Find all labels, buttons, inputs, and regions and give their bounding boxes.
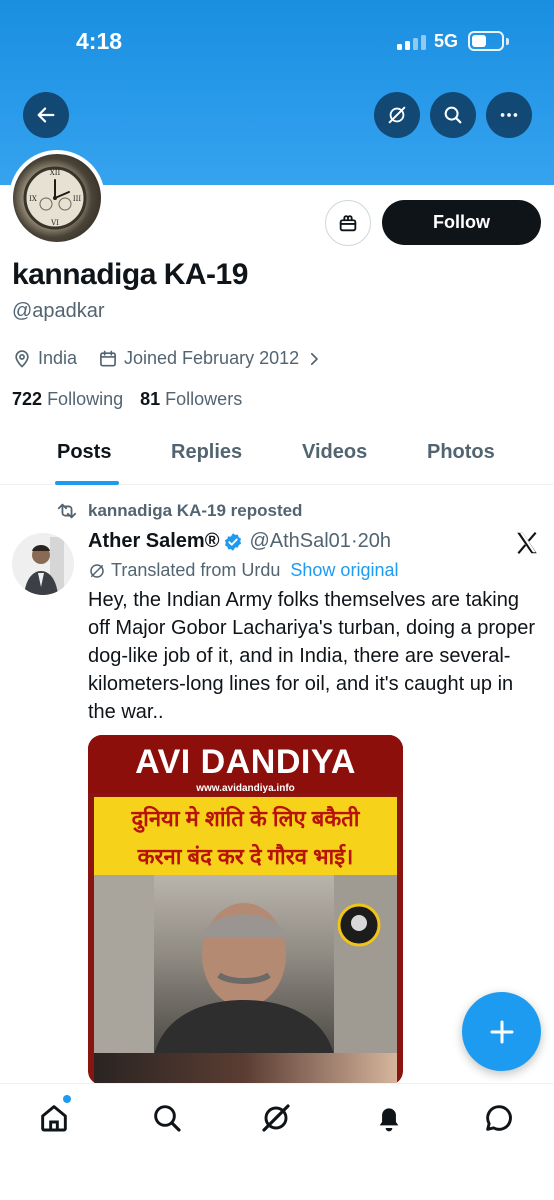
follow-button[interactable]: Follow xyxy=(382,200,541,245)
media-caption-line1: दुनिया मे शांति के लिए बकैती xyxy=(131,806,360,831)
translate-icon xyxy=(90,563,104,578)
chevron-right-icon xyxy=(311,352,318,365)
post-author: Ather Salem® @AthSal01 ·20h xyxy=(88,530,391,553)
signal-icon xyxy=(397,34,427,50)
post-media[interactable]: AVI DANDIYA www.avidandiya.info दुनिया म… xyxy=(88,735,403,1085)
compose-button[interactable] xyxy=(462,992,541,1071)
grok-icon xyxy=(388,106,406,124)
home-icon[interactable] xyxy=(38,1102,70,1134)
video-still xyxy=(94,875,397,1055)
watch-image: XII III VI IX xyxy=(23,166,87,230)
search-icon xyxy=(444,106,462,124)
repost-icon xyxy=(57,503,77,519)
arrow-left-icon xyxy=(37,107,55,123)
author-avatar[interactable] xyxy=(12,533,74,595)
grok-button[interactable] xyxy=(374,92,420,138)
repost-indicator: kannadiga KA-19 reposted xyxy=(56,501,302,521)
battery-tip xyxy=(506,38,509,45)
grok-icon[interactable] xyxy=(260,1102,292,1134)
status-time: 4:18 xyxy=(76,28,123,54)
battery-icon xyxy=(468,31,504,51)
media-caption-line2: करना बंद कर दे गौरव भाई। xyxy=(137,844,354,869)
followers-count: 81 xyxy=(140,389,161,409)
followers-label: Followers xyxy=(165,389,243,409)
bell-icon[interactable] xyxy=(373,1102,405,1134)
media-brand: AVI DANDIYA xyxy=(135,743,356,781)
location-label: India xyxy=(38,348,78,368)
following-label: Following xyxy=(47,389,124,409)
following-count: 722 xyxy=(12,389,43,409)
profile-tabs: Posts Replies Videos Photos xyxy=(0,425,554,485)
verified-badge-icon xyxy=(225,532,242,551)
author-photo xyxy=(12,533,74,595)
location-pin-icon xyxy=(15,349,29,368)
active-tab-indicator xyxy=(55,481,119,485)
tab-photos[interactable]: Photos xyxy=(427,441,495,464)
show-original-link[interactable]: Show original xyxy=(290,560,398,581)
messages-icon[interactable] xyxy=(483,1102,515,1134)
plus-icon xyxy=(490,1020,513,1043)
svg-text:III: III xyxy=(73,195,82,203)
more-button[interactable] xyxy=(486,92,532,138)
translation-bar: Translated from Urdu Show original xyxy=(88,560,398,581)
media-bottom-strip xyxy=(94,1053,397,1085)
profile-avatar[interactable]: XII III VI IX xyxy=(9,150,105,246)
location: India xyxy=(12,348,77,369)
post-time: ·20h xyxy=(350,530,391,552)
calendar-icon xyxy=(100,350,116,366)
tab-posts[interactable]: Posts xyxy=(57,441,111,464)
author-name[interactable]: Ather Salem® xyxy=(88,530,219,553)
post-text: Hey, the Indian Army folks themselves ar… xyxy=(88,589,536,723)
svg-text:XII: XII xyxy=(50,169,61,177)
display-name: kannadiga KA-19 xyxy=(12,258,248,291)
more-icon xyxy=(500,113,518,117)
profile-handle: @apadkar xyxy=(12,300,105,322)
tab-replies[interactable]: Replies xyxy=(171,441,242,464)
back-button[interactable] xyxy=(23,92,69,138)
media-site: www.avidandiya.info xyxy=(196,783,295,794)
search-button[interactable] xyxy=(430,92,476,138)
search-icon[interactable] xyxy=(151,1102,183,1134)
author-handle[interactable]: @AthSal01 xyxy=(249,530,350,553)
following-link[interactable]: 722 Following xyxy=(12,389,123,409)
x-logo-icon xyxy=(517,531,537,554)
translated-label: Translated from Urdu xyxy=(111,560,281,580)
joined-label: Joined February 2012 xyxy=(124,348,300,368)
followers-link[interactable]: 81 Followers xyxy=(140,389,242,409)
repost-label: kannadiga KA-19 reposted xyxy=(88,501,303,520)
bottom-navigation xyxy=(0,1083,554,1200)
media-video-frame xyxy=(94,875,397,1055)
tab-videos[interactable]: Videos xyxy=(302,441,367,464)
svg-text:IX: IX xyxy=(29,195,37,203)
gift-icon xyxy=(339,215,357,232)
follow-stats: 722 Following 81 Followers xyxy=(12,389,242,410)
home-notification-dot xyxy=(63,1095,71,1103)
svg-text:VI: VI xyxy=(50,219,59,227)
gift-button[interactable] xyxy=(325,200,371,246)
network-label: 5G xyxy=(434,31,459,51)
joined-date[interactable]: Joined February 2012 xyxy=(98,348,329,369)
